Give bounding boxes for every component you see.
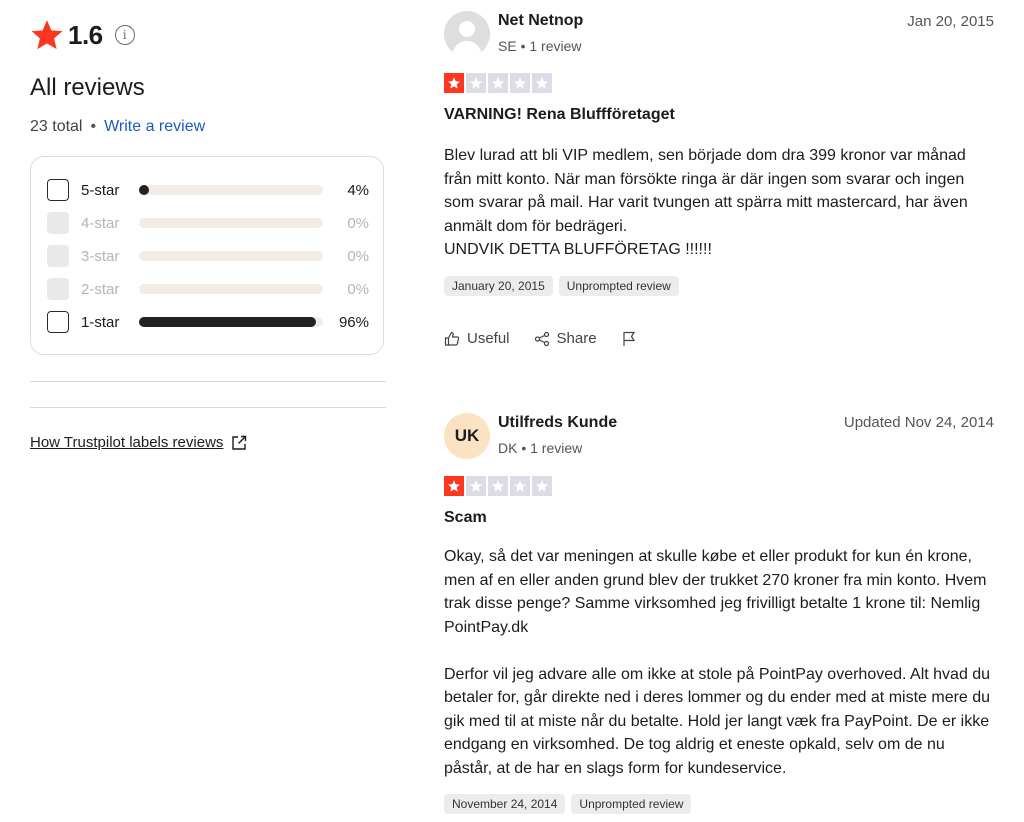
review-body: Blev lurad att bli VIP medlem, sen börja… bbox=[444, 147, 968, 258]
filter-label: 3-star bbox=[81, 247, 120, 265]
filter-row-3-star: 3-star 0% bbox=[47, 244, 369, 268]
distribution-bar-fill bbox=[139, 317, 316, 327]
labels-link-text: How Trustpilot labels reviews bbox=[30, 434, 224, 451]
review-date: Jan 20, 2015 bbox=[907, 13, 994, 30]
review-title[interactable]: VARNING! Rena Bluffföretaget bbox=[444, 106, 675, 124]
filter-percent: 4% bbox=[347, 181, 369, 199]
filter-label: 2-star bbox=[81, 280, 120, 298]
review-tags: November 24, 2014 Unprompted review bbox=[444, 794, 697, 814]
distribution-bar bbox=[139, 251, 323, 261]
star-icon bbox=[532, 73, 552, 93]
star-icon bbox=[488, 73, 508, 93]
filter-percent: 0% bbox=[347, 214, 369, 232]
star-icon bbox=[488, 476, 508, 496]
checkbox-2-star bbox=[47, 278, 69, 300]
report-button[interactable] bbox=[621, 331, 644, 347]
filter-percent: 0% bbox=[347, 280, 369, 298]
star-rating bbox=[444, 73, 554, 93]
filter-label: 1-star bbox=[81, 313, 120, 331]
star-icon bbox=[444, 73, 464, 93]
star-icon bbox=[510, 73, 530, 93]
rating-value: 1.6 bbox=[68, 19, 103, 50]
trustpilot-labels-link[interactable]: How Trustpilot labels reviews bbox=[30, 434, 247, 451]
default-avatar-icon bbox=[444, 11, 490, 57]
avatar[interactable]: UK bbox=[444, 413, 490, 459]
filter-row-4-star: 4-star 0% bbox=[47, 211, 369, 235]
filter-row-5-star[interactable]: 5-star 4% bbox=[47, 178, 369, 202]
star-icon bbox=[444, 476, 464, 496]
share-label: Share bbox=[556, 330, 597, 347]
rating-summary: 1.6 i bbox=[30, 18, 135, 52]
share-button[interactable]: Share bbox=[534, 330, 597, 347]
reviewer-meta: SE • 1 review bbox=[498, 38, 582, 54]
divider bbox=[30, 407, 386, 408]
flag-icon bbox=[622, 331, 635, 346]
useful-button[interactable]: Useful bbox=[444, 330, 510, 347]
review-title[interactable]: Scam bbox=[444, 509, 487, 527]
distribution-bar bbox=[139, 284, 323, 294]
useful-label: Useful bbox=[467, 330, 510, 347]
checkbox-5-star[interactable] bbox=[47, 179, 69, 201]
checkbox-1-star[interactable] bbox=[47, 311, 69, 333]
filter-row-2-star: 2-star 0% bbox=[47, 277, 369, 301]
star-rating bbox=[444, 476, 554, 496]
filter-percent: 96% bbox=[338, 313, 369, 331]
review-tags: January 20, 2015 Unprompted review bbox=[444, 276, 685, 296]
checkbox-4-star bbox=[47, 212, 69, 234]
date-of-experience-tag: January 20, 2015 bbox=[444, 276, 553, 296]
filter-row-1-star[interactable]: 1-star 96% bbox=[47, 310, 369, 334]
avatar[interactable] bbox=[444, 11, 490, 57]
distribution-bar bbox=[139, 218, 323, 228]
filter-label: 4-star bbox=[81, 214, 120, 232]
external-link-icon bbox=[232, 435, 247, 450]
star-filter-panel: 5-star 4% 4-star 0% 3-star 0% 2-star 0% … bbox=[30, 156, 384, 355]
checkbox-3-star bbox=[47, 245, 69, 267]
star-icon bbox=[532, 476, 552, 496]
unprompted-tag[interactable]: Unprompted review bbox=[558, 276, 679, 296]
filter-percent: 0% bbox=[347, 247, 369, 265]
total-line: 23 total • Write a review bbox=[30, 118, 205, 136]
total-count: 23 total bbox=[30, 118, 83, 135]
review-body: Okay, så det var meningen at skulle købe… bbox=[444, 548, 991, 777]
reviewer-name[interactable]: Utilfreds Kunde bbox=[498, 414, 617, 432]
star-icon bbox=[466, 476, 486, 496]
date-of-experience-tag: November 24, 2014 bbox=[444, 794, 566, 814]
reviews-heading: All reviews bbox=[30, 74, 145, 101]
share-icon bbox=[534, 331, 549, 346]
unprompted-tag[interactable]: Unprompted review bbox=[571, 794, 692, 814]
star-icon bbox=[466, 73, 486, 93]
divider bbox=[30, 381, 386, 382]
reviewer-meta: DK • 1 review bbox=[498, 440, 583, 456]
distribution-bar-fill bbox=[139, 185, 149, 195]
review-actions: Useful Share bbox=[444, 330, 668, 347]
review-date: Updated Nov 24, 2014 bbox=[843, 414, 994, 431]
star-icon bbox=[31, 20, 63, 50]
reviewer-name[interactable]: Net Netnop bbox=[498, 12, 583, 30]
thumbs-up-icon bbox=[444, 331, 460, 346]
filter-label: 5-star bbox=[81, 181, 120, 199]
distribution-bar bbox=[139, 317, 323, 327]
separator-dot: • bbox=[90, 118, 97, 135]
info-icon[interactable]: i bbox=[114, 25, 135, 45]
write-review-link[interactable]: Write a review bbox=[104, 118, 205, 136]
distribution-bar bbox=[139, 185, 323, 195]
star-icon bbox=[510, 476, 530, 496]
